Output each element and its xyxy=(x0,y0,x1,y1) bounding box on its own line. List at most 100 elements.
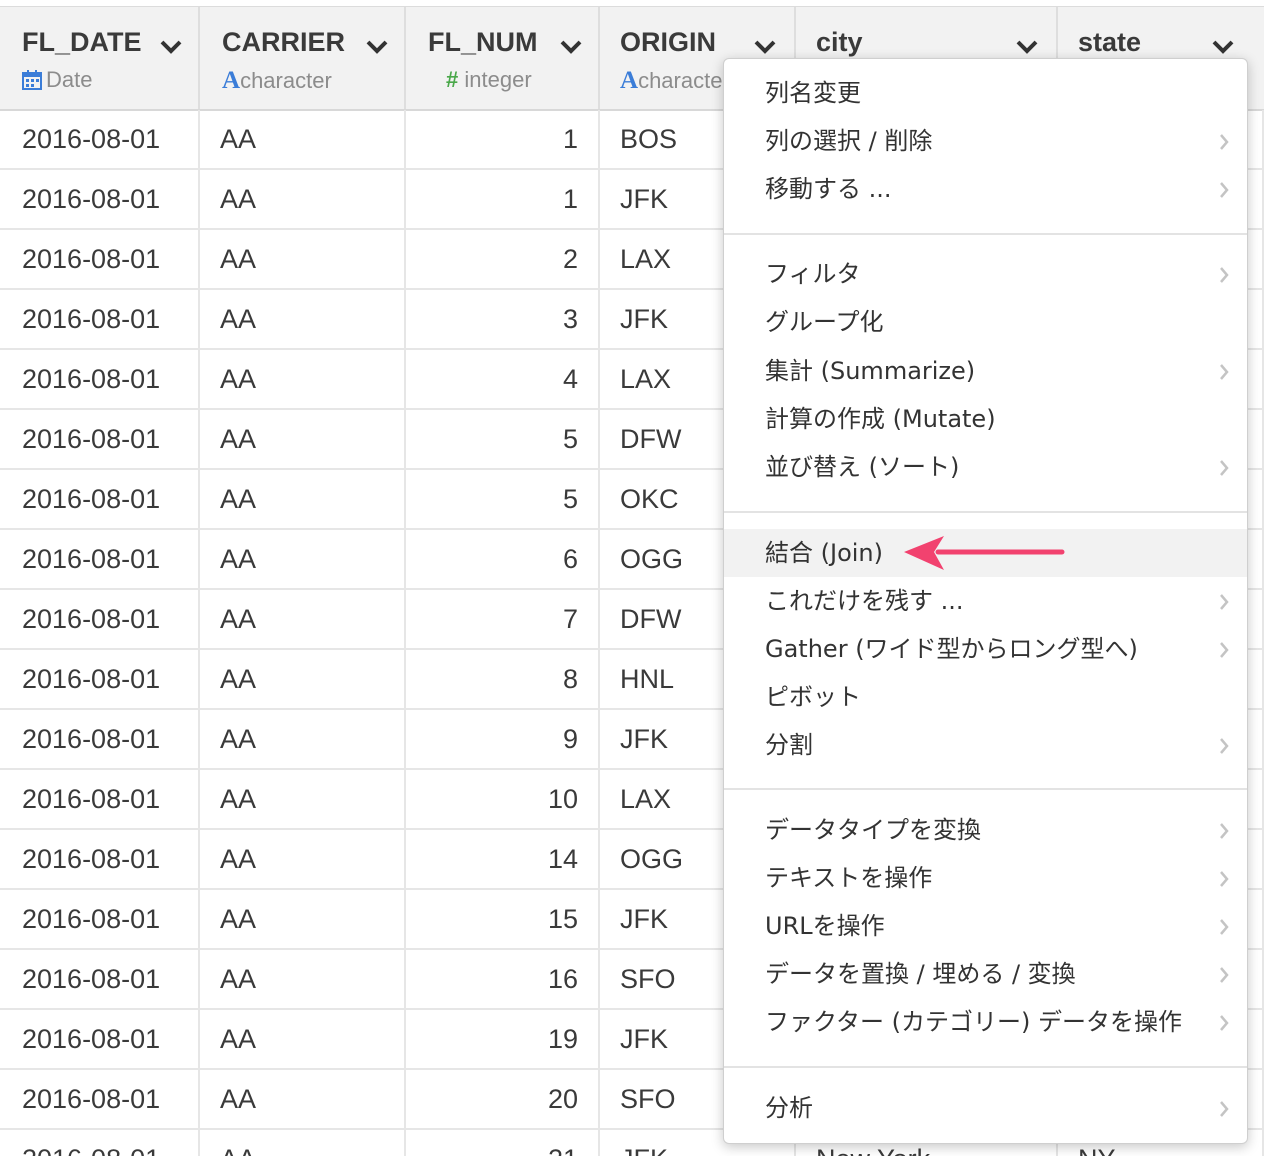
column-type-label: Date xyxy=(46,67,93,92)
cell-fl-num: 15 xyxy=(406,890,600,950)
menu-item-label: テキストを操作 xyxy=(765,864,933,892)
cell-fl-date: 2016-08-01 xyxy=(0,1010,200,1070)
cell-fl-date: 2016-08-01 xyxy=(0,170,200,230)
column-header-fl-num[interactable]: FL_NUM # integer xyxy=(406,7,600,109)
column-context-menu: 列名変更 列の選択 / 削除移動する ... フィルタ グループ化集計 (Summar… xyxy=(723,58,1248,1144)
menu-item-label: 集計 (Summarize) xyxy=(765,357,976,385)
menu-item[interactable]: ファクター (カテゴリー) データを操作 xyxy=(724,998,1247,1046)
menu-item[interactable]: データタイプを変換 xyxy=(724,806,1247,854)
chevron-right-icon xyxy=(1220,182,1229,198)
cell-fl-num: 9 xyxy=(406,710,600,770)
column-name: ORIGIN xyxy=(620,27,717,57)
cell-fl-date: 2016-08-01 xyxy=(0,1130,200,1156)
menu-item[interactable]: URLを操作 xyxy=(724,902,1247,950)
column-name: state xyxy=(1078,27,1142,57)
menu-item-label: 結合 (Join) xyxy=(765,539,883,567)
menu-item[interactable]: 列の選択 / 削除 xyxy=(724,117,1247,165)
cell-fl-date: 2016-08-01 xyxy=(0,890,200,950)
cell-fl-date: 2016-08-01 xyxy=(0,950,200,1010)
cell-fl-num: 7 xyxy=(406,590,600,650)
column-type: Acharacter xyxy=(620,67,730,95)
menu-item[interactable]: テキストを操作 xyxy=(724,854,1247,902)
menu-item-label: ファクター (カテゴリー) データを操作 xyxy=(765,1008,1183,1036)
menu-separator xyxy=(724,788,1247,790)
menu-item[interactable]: 列名変更 xyxy=(724,69,1247,117)
menu-item[interactable]: グループ化 xyxy=(724,298,1247,346)
cell-fl-num: 1 xyxy=(406,170,600,230)
cell-fl-date: 2016-08-01 xyxy=(0,650,200,710)
menu-item[interactable]: 集計 (Summarize) xyxy=(724,347,1247,395)
chevron-down-icon[interactable] xyxy=(1212,39,1234,55)
column-type-label: integer xyxy=(464,67,532,92)
menu-item[interactable]: 分析 xyxy=(724,1084,1247,1132)
cell-fl-date: 2016-08-01 xyxy=(0,530,200,590)
menu-item[interactable]: フィルタ xyxy=(724,250,1247,298)
chevron-down-icon[interactable] xyxy=(160,39,182,55)
cell-fl-num: 3 xyxy=(406,290,600,350)
chevron-right-icon xyxy=(1220,460,1229,476)
menu-item-label: これだけを残す ... xyxy=(765,587,964,615)
cell-fl-num: 10 xyxy=(406,770,600,830)
cell-fl-num: 1 xyxy=(406,110,600,170)
menu-item[interactable]: Gather (ワイド型からロング型へ) xyxy=(724,625,1247,673)
cell-carrier: AA xyxy=(200,1130,406,1156)
column-type: # integer xyxy=(446,67,532,93)
chevron-down-icon[interactable] xyxy=(366,39,388,55)
cell-fl-num: 2 xyxy=(406,230,600,290)
cell-carrier: AA xyxy=(200,230,406,290)
menu-item[interactable]: 移動する ... xyxy=(724,165,1247,213)
column-type: Date xyxy=(22,67,92,93)
chevron-right-icon xyxy=(1220,1015,1229,1031)
chevron-right-icon xyxy=(1220,967,1229,983)
cell-carrier: AA xyxy=(200,770,406,830)
cell-fl-num: 8 xyxy=(406,650,600,710)
cell-carrier: AA xyxy=(200,830,406,890)
cell-carrier: AA xyxy=(200,110,406,170)
chevron-right-icon xyxy=(1220,919,1229,935)
column-type: Acharacter xyxy=(222,67,332,95)
menu-item[interactable]: ピボット xyxy=(724,673,1247,721)
cell-fl-date: 2016-08-01 xyxy=(0,590,200,650)
cell-fl-num: 14 xyxy=(406,830,600,890)
column-type-label: character xyxy=(638,68,730,93)
cell-carrier: AA xyxy=(200,470,406,530)
menu-item-label: データタイプを変換 xyxy=(765,816,981,844)
cell-fl-date: 2016-08-01 xyxy=(0,350,200,410)
column-header-carrier[interactable]: CARRIER Acharacter xyxy=(200,7,406,109)
cell-fl-date: 2016-08-01 xyxy=(0,1070,200,1130)
chevron-down-icon[interactable] xyxy=(560,39,582,55)
menu-item[interactable]: 計算の作成 (Mutate) xyxy=(724,395,1247,443)
menu-separator xyxy=(724,1066,1247,1068)
chevron-down-icon[interactable] xyxy=(754,39,776,55)
chevron-right-icon xyxy=(1220,364,1229,380)
chevron-right-icon xyxy=(1220,642,1229,658)
chevron-right-icon xyxy=(1220,738,1229,754)
cell-carrier: AA xyxy=(200,1070,406,1130)
chevron-right-icon xyxy=(1220,1101,1229,1117)
calendar-icon xyxy=(22,70,42,90)
annotation-arrow-icon xyxy=(904,536,1065,570)
menu-item[interactable]: データを置換 / 埋める / 変換 xyxy=(724,950,1247,998)
menu-item[interactable]: 分割 xyxy=(724,721,1247,769)
menu-item-label: 移動する ... xyxy=(765,175,892,203)
cell-carrier: AA xyxy=(200,290,406,350)
chevron-down-icon[interactable] xyxy=(1016,39,1038,55)
cell-fl-num: 19 xyxy=(406,1010,600,1070)
column-name: city xyxy=(816,27,863,57)
column-name: FL_NUM xyxy=(428,27,538,57)
menu-item-label: 並び替え (ソート) xyxy=(765,453,960,481)
cell-fl-date: 2016-08-01 xyxy=(0,110,200,170)
cell-carrier: AA xyxy=(200,890,406,950)
cell-fl-num: 16 xyxy=(406,950,600,1010)
cell-fl-num: 4 xyxy=(406,350,600,410)
menu-item-label: 分析 xyxy=(765,1094,813,1122)
column-header-fl-date[interactable]: FL_DATE Date xyxy=(0,7,200,109)
cell-carrier: AA xyxy=(200,650,406,710)
cell-fl-num: 20 xyxy=(406,1070,600,1130)
menu-item[interactable]: 並び替え (ソート) xyxy=(724,443,1247,491)
menu-item-label: 計算の作成 (Mutate) xyxy=(765,405,996,433)
menu-item[interactable]: これだけを残す ... xyxy=(724,577,1247,625)
column-name: CARRIER xyxy=(222,27,346,57)
cell-fl-date: 2016-08-01 xyxy=(0,770,200,830)
cell-carrier: AA xyxy=(200,1010,406,1070)
